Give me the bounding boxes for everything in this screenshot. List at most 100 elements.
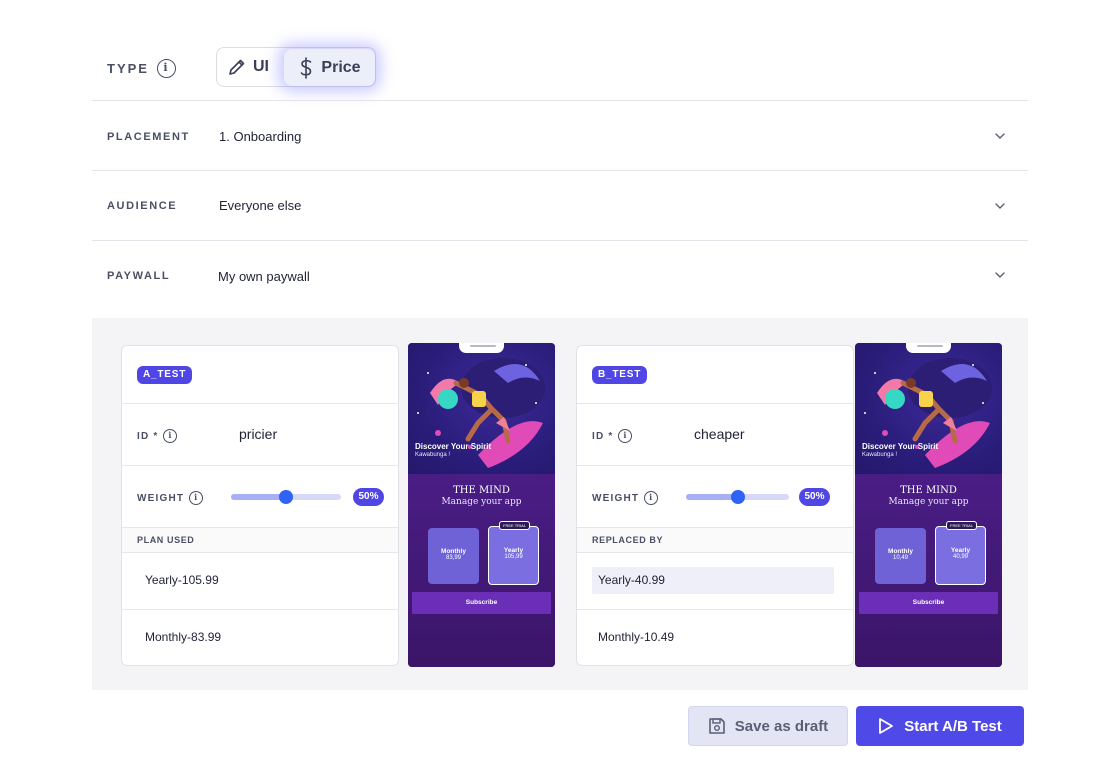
info-icon[interactable]: i: [156, 59, 176, 78]
preview-plan-monthly: Monthly 83,99: [428, 528, 479, 584]
divider: [577, 552, 853, 553]
preview-body: THE MIND Manage your app Monthly 10,49 F…: [855, 474, 1002, 667]
save-draft-label: Save as draft: [734, 717, 829, 735]
slider-fill: [686, 494, 738, 500]
preview-plan-yearly: FREE TRIAL Yearly 40,99: [935, 521, 986, 585]
weight-slider[interactable]: [686, 490, 789, 504]
preview-hero-subtitle: Kawabunga !: [862, 452, 898, 458]
variant-a-card: A_TEST ID * i pricier WEIGHT i 50% PLAN …: [121, 345, 399, 666]
variant-tag: A_TEST: [137, 366, 193, 384]
save-icon: [708, 718, 725, 734]
play-icon: [879, 718, 894, 734]
plan-item[interactable]: Yearly-105.99: [145, 573, 219, 587]
variant-tag: B_TEST: [592, 366, 648, 384]
phone-notch: [906, 343, 951, 353]
divider: [122, 552, 398, 553]
plan-item[interactable]: Monthly-10.49: [598, 630, 674, 644]
preview-tagline: Manage your app: [441, 497, 522, 507]
id-input[interactable]: pricier: [239, 426, 277, 442]
placement-value: 1. Onboarding: [219, 129, 302, 144]
weight-badge: 50%: [353, 488, 384, 506]
preview-hero: Discover Your Spirit Kawabunga !: [408, 343, 555, 479]
save-draft-button[interactable]: Save as draft: [688, 706, 848, 746]
chevron-down-icon[interactable]: [994, 200, 1006, 212]
slider-fill: [231, 494, 286, 500]
preview-plan-label: Monthly: [441, 548, 466, 555]
divider: [122, 609, 398, 610]
preview-plan-label: Yearly: [950, 547, 971, 554]
preview-plan-price: 40,99: [952, 554, 968, 560]
preview-plan-price: 105,99: [504, 554, 523, 560]
type-option-price[interactable]: Price: [284, 49, 375, 86]
id-label: ID * i: [592, 429, 633, 443]
weight-label: WEIGHT i: [592, 491, 659, 505]
preview-hero-subtitle: Kawabunga !: [415, 452, 451, 458]
audience-label: AUDIENCE: [107, 200, 178, 212]
trial-badge: FREE TRIAL: [946, 521, 978, 530]
id-label: ID * i: [137, 429, 178, 443]
slider-handle[interactable]: [730, 490, 745, 504]
type-toggle: UI Price: [216, 47, 376, 87]
weight-label: WEIGHT i: [137, 491, 204, 505]
chevron-down-icon[interactable]: [994, 130, 1006, 142]
preview-hero-title: Discover Your Spirit: [862, 442, 939, 451]
dollar-icon: [301, 56, 312, 79]
type-option-ui-label: UI: [253, 58, 269, 75]
plans-header: PLAN USED: [122, 528, 398, 552]
plan-item[interactable]: Yearly-40.99: [598, 573, 665, 587]
type-option-price-label: Price: [321, 58, 361, 76]
placement-label: PLACEMENT: [107, 131, 190, 143]
id-label-text: ID *: [137, 430, 159, 442]
weight-label-text: WEIGHT: [592, 492, 640, 504]
chevron-down-icon[interactable]: [994, 269, 1006, 281]
type-option-ui[interactable]: UI: [227, 48, 269, 86]
start-ab-test-button[interactable]: Start A/B Test: [856, 706, 1024, 746]
preview-plan-price: 10,49: [892, 555, 908, 561]
weight-label-text: WEIGHT: [137, 492, 185, 504]
trial-badge: FREE TRIAL: [499, 521, 531, 530]
divider: [577, 403, 853, 404]
paywall-preview-a: Discover Your Spirit Kawabunga ! THE MIN…: [408, 343, 555, 667]
info-icon[interactable]: i: [189, 491, 204, 505]
info-icon[interactable]: i: [644, 491, 659, 505]
preview-plan-label: Yearly: [503, 547, 524, 554]
type-label-text: TYPE: [107, 61, 149, 76]
type-label: TYPE i: [107, 59, 176, 78]
preview-hero-title: Discover Your Spirit: [415, 442, 492, 451]
weight-badge: 50%: [799, 488, 830, 506]
preview-tagline: Manage your app: [888, 497, 969, 507]
preview-plan-yearly: FREE TRIAL Yearly 105,99: [488, 521, 539, 585]
divider: [122, 465, 398, 466]
variant-b-card: B_TEST ID * i cheaper WEIGHT i 50% REPLA…: [576, 345, 854, 666]
divider: [577, 609, 853, 610]
slider-handle[interactable]: [279, 490, 293, 504]
divider: [577, 465, 853, 466]
preview-hero: Discover Your Spirit Kawabunga !: [855, 343, 1002, 479]
paywall-label: PAYWALL: [107, 270, 171, 282]
preview-plan-price: 83,99: [445, 555, 461, 561]
divider: [92, 240, 1028, 241]
preview-brand: THE MIND: [453, 485, 510, 496]
preview-body: THE MIND Manage your app Monthly 83,99 F…: [408, 474, 555, 667]
divider: [92, 100, 1028, 101]
start-ab-test-label: Start A/B Test: [904, 717, 1002, 735]
audience-value: Everyone else: [219, 198, 302, 213]
plans-header: REPLACED BY: [577, 528, 853, 552]
preview-plan-monthly: Monthly 10,49: [875, 528, 926, 584]
info-icon[interactable]: i: [163, 429, 178, 443]
id-label-text: ID *: [592, 430, 614, 442]
divider: [122, 403, 398, 404]
preview-brand: THE MIND: [900, 485, 957, 496]
info-icon[interactable]: i: [618, 429, 633, 443]
divider: [92, 170, 1028, 171]
pencil-icon: [229, 59, 245, 75]
weight-slider[interactable]: [231, 490, 341, 504]
preview-plan-label: Monthly: [888, 548, 913, 555]
paywall-value: My own paywall: [218, 269, 310, 284]
preview-subscribe-button: Subscribe: [859, 592, 998, 614]
id-input[interactable]: cheaper: [694, 426, 745, 442]
preview-subscribe-button: Subscribe: [412, 592, 551, 614]
paywall-preview-b: Discover Your Spirit Kawabunga ! THE MIN…: [855, 343, 1002, 667]
phone-notch: [459, 343, 504, 353]
plan-item[interactable]: Monthly-83.99: [145, 630, 221, 644]
